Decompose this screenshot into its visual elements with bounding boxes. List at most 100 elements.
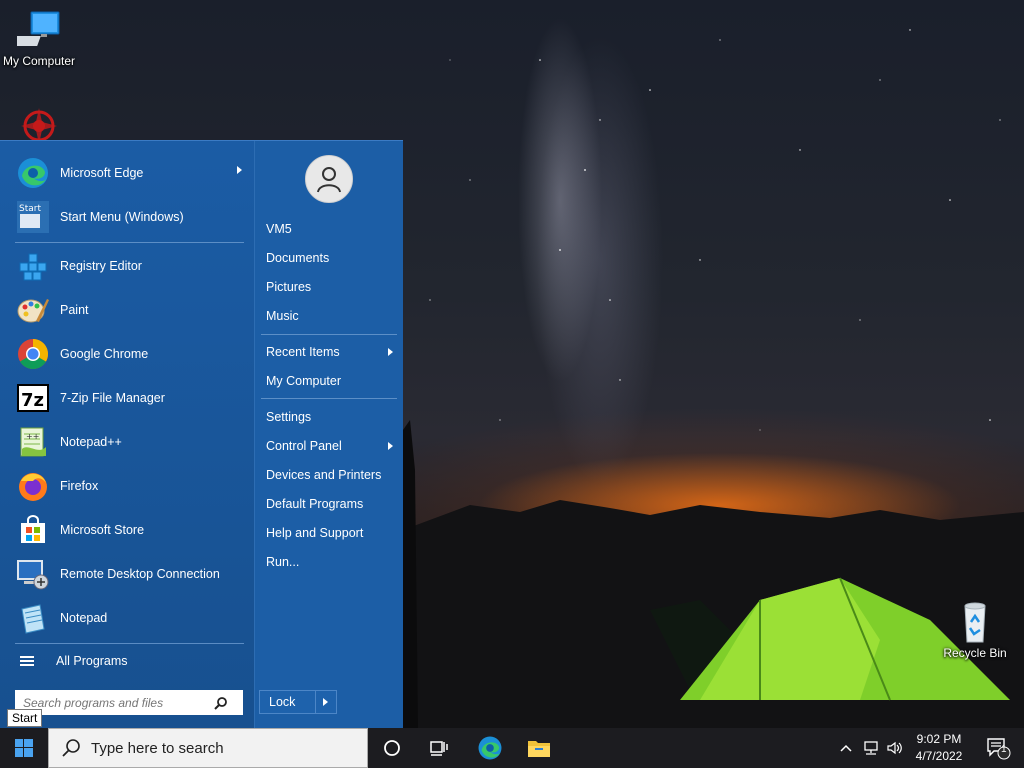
program-label: Paint bbox=[60, 303, 89, 317]
start-tooltip: Start bbox=[7, 709, 43, 727]
all-programs-label: All Programs bbox=[56, 654, 128, 668]
program-paint[interactable]: Paint bbox=[8, 289, 244, 331]
search-icon bbox=[62, 739, 80, 757]
lock-button[interactable]: Lock bbox=[259, 690, 337, 714]
place-recent-items[interactable]: Recent Items bbox=[266, 341, 397, 363]
edge-icon bbox=[478, 736, 502, 760]
place-label: Documents bbox=[266, 251, 330, 265]
desktop-icon-label: My Computer bbox=[2, 54, 76, 68]
notification-icon bbox=[987, 738, 1011, 760]
network-icon bbox=[864, 741, 878, 755]
program-registry-editor[interactable]: Registry Editor bbox=[8, 245, 244, 287]
task-view-icon bbox=[430, 741, 448, 756]
divider bbox=[261, 334, 397, 335]
place-label: Recent Items bbox=[266, 345, 340, 359]
place-label: Music bbox=[266, 309, 299, 323]
program-label: Firefox bbox=[60, 479, 99, 493]
speaker-icon bbox=[887, 741, 902, 755]
action-center-button[interactable]: 1 bbox=[978, 728, 1018, 768]
task-view-button[interactable] bbox=[416, 728, 462, 768]
program-label: 7-Zip File Manager bbox=[60, 391, 165, 405]
place-music[interactable]: Music bbox=[266, 305, 397, 327]
taskbar: Type here to search 9:02 PM 4/7/2022 1 bbox=[0, 728, 1024, 768]
start-menu-places-pane: VM5 Documents Pictures Music Recent Item… bbox=[254, 141, 403, 728]
place-settings[interactable]: Settings bbox=[266, 406, 397, 428]
place-label: Control Panel bbox=[266, 439, 342, 453]
taskbar-file-explorer-button[interactable] bbox=[516, 728, 562, 768]
chrome-icon bbox=[16, 337, 50, 371]
monitor-icon bbox=[7, 8, 61, 52]
desktop-icon-my-computer[interactable]: My Computer bbox=[0, 8, 78, 68]
program-notepad-plus-plus[interactable]: ++ Notepad++ bbox=[8, 421, 244, 463]
desktop-icon-recycle-bin[interactable]: Recycle Bin bbox=[936, 600, 1014, 660]
program-firefox[interactable]: Firefox bbox=[8, 465, 244, 507]
program-remote-desktop[interactable]: Remote Desktop Connection bbox=[8, 553, 244, 595]
network-button[interactable] bbox=[860, 728, 882, 768]
list-icon bbox=[20, 654, 34, 668]
start-menu: Microsoft Edge Start Start Menu (Windows… bbox=[0, 140, 403, 728]
submenu-arrow-icon bbox=[388, 348, 393, 356]
notepad-icon bbox=[16, 601, 50, 635]
start-menu-app-icon: Start bbox=[16, 200, 50, 234]
cortana-button[interactable] bbox=[369, 728, 415, 768]
place-control-panel[interactable]: Control Panel bbox=[266, 435, 397, 457]
program-microsoft-store[interactable]: Microsoft Store bbox=[8, 509, 244, 551]
place-label: VM5 bbox=[266, 222, 292, 236]
place-pictures[interactable]: Pictures bbox=[266, 276, 397, 298]
recycle-bin-icon bbox=[953, 600, 997, 644]
7zip-icon: 7z bbox=[16, 381, 50, 415]
program-google-chrome[interactable]: Google Chrome bbox=[8, 333, 244, 375]
taskbar-edge-button[interactable] bbox=[467, 728, 513, 768]
user-avatar[interactable] bbox=[305, 155, 353, 203]
lock-label: Lock bbox=[269, 695, 296, 709]
svg-text:7z: 7z bbox=[21, 390, 44, 411]
program-microsoft-edge[interactable]: Microsoft Edge bbox=[8, 152, 244, 194]
edge-icon bbox=[16, 156, 50, 190]
place-label: Run... bbox=[266, 555, 300, 569]
registry-icon bbox=[16, 249, 50, 283]
program-label: Start Menu (Windows) bbox=[60, 210, 184, 224]
place-label: Help and Support bbox=[266, 526, 364, 540]
desktop-icon-label: Recycle Bin bbox=[943, 646, 1007, 660]
start-button[interactable] bbox=[0, 728, 48, 768]
program-start-menu-windows[interactable]: Start Start Menu (Windows) bbox=[8, 196, 244, 238]
show-hidden-icons-button[interactable] bbox=[836, 728, 856, 768]
notification-count-badge: 1 bbox=[1001, 744, 1007, 755]
program-7zip[interactable]: 7z 7-Zip File Manager bbox=[8, 377, 244, 419]
place-devices-and-printers[interactable]: Devices and Printers bbox=[266, 464, 397, 486]
remote-desktop-icon bbox=[16, 557, 50, 591]
place-documents[interactable]: Documents bbox=[266, 247, 397, 269]
program-label: Remote Desktop Connection bbox=[60, 567, 220, 581]
notepad-plus-plus-icon: ++ bbox=[16, 425, 50, 459]
divider bbox=[261, 398, 397, 399]
place-user-folder[interactable]: VM5 bbox=[266, 218, 397, 240]
clock-time: 9:02 PM bbox=[916, 732, 962, 746]
place-run[interactable]: Run... bbox=[266, 551, 397, 573]
svg-text:Start: Start bbox=[19, 204, 41, 214]
place-label: Pictures bbox=[266, 280, 312, 294]
program-notepad[interactable]: Notepad bbox=[8, 597, 244, 639]
paint-icon bbox=[16, 293, 50, 327]
search-icon[interactable] bbox=[214, 696, 228, 710]
place-default-programs[interactable]: Default Programs bbox=[266, 493, 397, 515]
taskbar-clock[interactable]: 9:02 PM 4/7/2022 bbox=[904, 731, 974, 765]
place-label: Settings bbox=[266, 410, 312, 424]
place-help-and-support[interactable]: Help and Support bbox=[266, 522, 397, 544]
place-label: Devices and Printers bbox=[266, 468, 382, 482]
place-label: Default Programs bbox=[266, 497, 364, 511]
place-my-computer[interactable]: My Computer bbox=[266, 370, 397, 392]
program-label: Microsoft Edge bbox=[60, 166, 144, 180]
all-programs-button[interactable]: All Programs bbox=[16, 649, 236, 673]
folder-icon bbox=[528, 741, 550, 757]
start-search-input[interactable] bbox=[23, 695, 208, 710]
start-menu-programs-pane: Microsoft Edge Start Start Menu (Windows… bbox=[0, 141, 254, 728]
volume-button[interactable] bbox=[884, 728, 906, 768]
submenu-arrow-icon bbox=[388, 442, 393, 450]
program-label: Registry Editor bbox=[60, 259, 142, 273]
windows-logo-icon bbox=[15, 739, 33, 757]
submenu-arrow-icon bbox=[237, 166, 242, 174]
start-search-box[interactable] bbox=[15, 690, 243, 715]
program-label: Google Chrome bbox=[60, 347, 149, 361]
power-options-arrow-button[interactable] bbox=[315, 691, 336, 713]
taskbar-search-box[interactable]: Type here to search bbox=[48, 728, 368, 768]
